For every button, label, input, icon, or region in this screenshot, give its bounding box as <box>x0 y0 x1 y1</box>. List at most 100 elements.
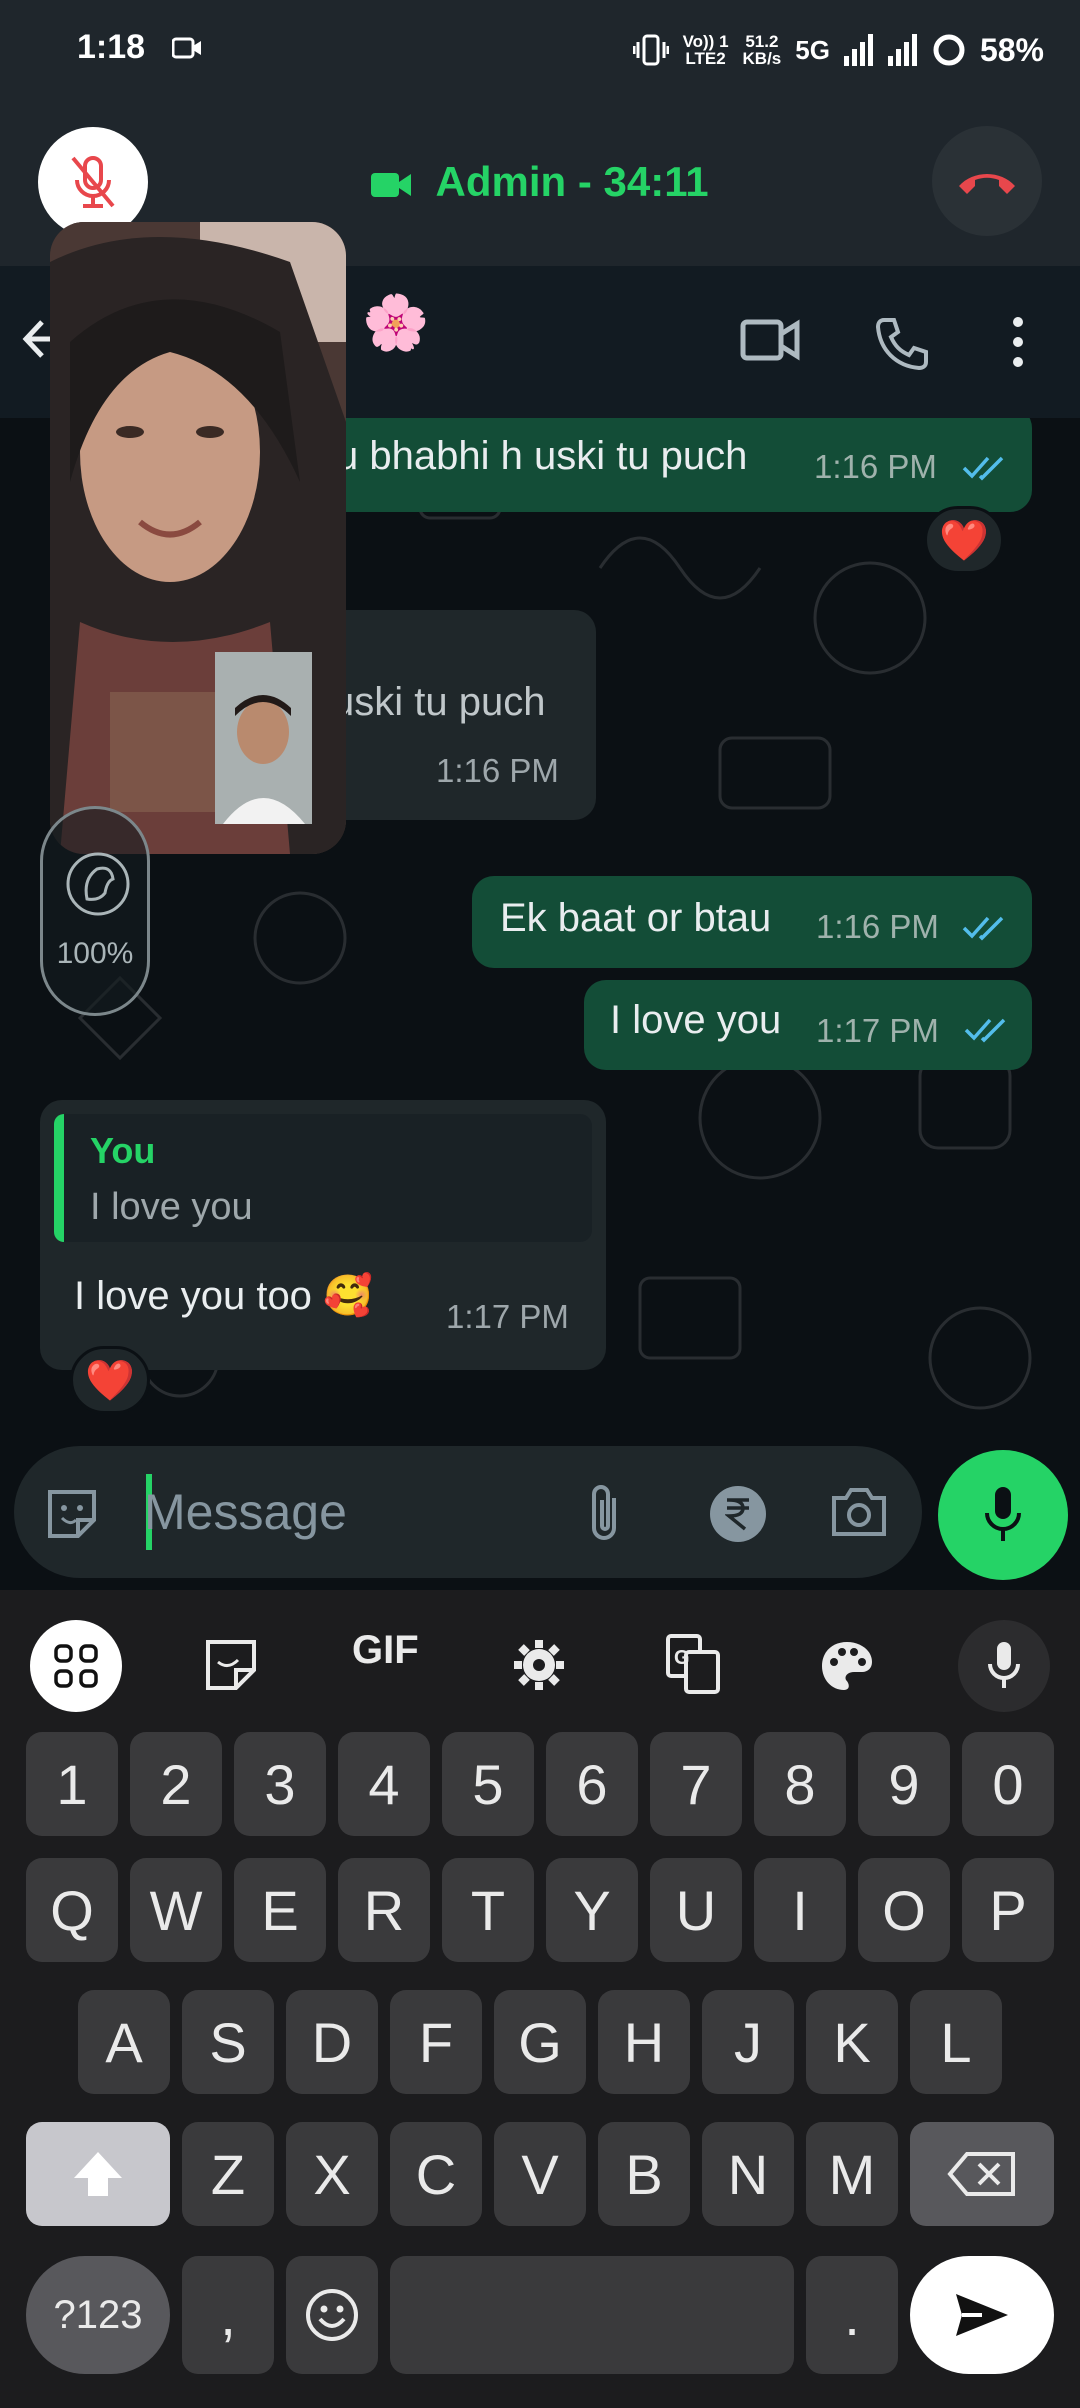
battery-icon <box>933 34 965 66</box>
keyboard-grid-button[interactable] <box>30 1620 122 1712</box>
key-q[interactable]: Q <box>26 1858 118 1962</box>
comma-key[interactable]: , <box>182 2256 274 2374</box>
quote-accent-bar <box>54 1114 64 1242</box>
voice-message-button[interactable] <box>938 1450 1068 1580</box>
key-x[interactable]: X <box>286 2122 378 2226</box>
key-g[interactable]: G <box>494 1990 586 2094</box>
message-input[interactable] <box>144 1476 574 1548</box>
network-type: 5G <box>795 34 830 65</box>
gif-button[interactable]: GIF <box>352 1628 419 1673</box>
rupee-icon <box>725 1498 749 1531</box>
message-reaction[interactable]: ❤️ <box>924 506 1004 574</box>
key-u[interactable]: U <box>650 1858 742 1962</box>
camera-icon[interactable] <box>830 1486 888 1538</box>
key-z[interactable]: Z <box>182 2122 274 2226</box>
backspace-icon <box>947 2152 1015 2196</box>
key-w[interactable]: W <box>130 1858 222 1962</box>
message-bubble-outgoing[interactable]: Ek baat or btau 1:16 PM <box>472 876 1032 968</box>
battery-percent: 58% <box>979 31 1044 68</box>
message-time: 1:17 PM <box>816 1012 939 1049</box>
more-options-icon[interactable] <box>1010 316 1026 368</box>
key-b[interactable]: B <box>598 2122 690 2226</box>
send-key[interactable] <box>910 2256 1054 2374</box>
zoom-level: 100% <box>56 937 134 970</box>
mic-icon <box>985 1487 1021 1541</box>
mic-icon <box>988 1642 1020 1688</box>
key-1[interactable]: 1 <box>26 1732 118 1836</box>
sticker-keyboard-icon[interactable] <box>204 1638 258 1692</box>
translate-icon[interactable]: G <box>666 1634 720 1694</box>
message-text: uski tu puch <box>332 680 546 724</box>
svg-text:G: G <box>674 1647 690 1669</box>
message-bubble-incoming[interactable]: You I love you I love you too 🥰 1:17 PM <box>40 1100 606 1370</box>
sticker-icon[interactable] <box>44 1486 100 1542</box>
message-reaction[interactable]: ❤️ <box>70 1346 150 1414</box>
status-time: 1:18 <box>77 28 146 66</box>
key-t[interactable]: T <box>442 1858 534 1962</box>
screen-record-icon <box>172 37 201 59</box>
shift-key[interactable] <box>26 2122 170 2226</box>
message-bubble-outgoing[interactable]: I love you 1:17 PM <box>584 980 1032 1070</box>
emoji-key[interactable] <box>286 2256 378 2374</box>
network-speed: 51.2 KB/s <box>742 32 782 68</box>
backspace-key[interactable] <box>910 2122 1054 2226</box>
keyboard-mic-button[interactable] <box>958 1620 1050 1712</box>
key-p[interactable]: P <box>962 1858 1054 1962</box>
key-d[interactable]: D <box>286 1990 378 2094</box>
call-title[interactable]: Admin - 34:11 <box>0 158 1080 206</box>
key-r[interactable]: R <box>338 1858 430 1962</box>
payment-button[interactable] <box>710 1486 766 1542</box>
read-receipt-icon <box>962 456 1004 481</box>
message-text: I love you <box>610 998 782 1042</box>
symbols-key[interactable]: ?123 <box>26 2256 170 2374</box>
pip-video-remote[interactable] <box>50 222 346 854</box>
key-o[interactable]: O <box>858 1858 950 1962</box>
key-k[interactable]: K <box>806 1990 898 2094</box>
key-6[interactable]: 6 <box>546 1732 638 1836</box>
key-f[interactable]: F <box>390 1990 482 2094</box>
key-9[interactable]: 9 <box>858 1732 950 1836</box>
quoted-message[interactable]: You I love you <box>54 1114 592 1242</box>
voice-call-icon[interactable] <box>874 316 930 370</box>
key-i[interactable]: I <box>754 1858 846 1962</box>
shift-icon <box>74 2152 122 2196</box>
end-call-icon <box>959 174 1015 194</box>
message-time: 1:16 PM <box>816 908 939 945</box>
end-call-button[interactable] <box>932 126 1042 236</box>
key-3[interactable]: 3 <box>234 1732 326 1836</box>
period-key[interactable]: . <box>806 2256 898 2374</box>
key-2[interactable]: 2 <box>130 1732 222 1836</box>
emoji-icon <box>306 2289 358 2341</box>
pip-video-self[interactable] <box>215 652 312 824</box>
key-h[interactable]: H <box>598 1990 690 2094</box>
video-call-header-icon[interactable] <box>740 316 800 364</box>
read-receipt-icon <box>962 916 1004 941</box>
key-a[interactable]: A <box>78 1990 170 2094</box>
key-n[interactable]: N <box>702 2122 794 2226</box>
key-v[interactable]: V <box>494 2122 586 2226</box>
beauty-filter-icon <box>66 852 130 916</box>
key-0[interactable]: 0 <box>962 1732 1054 1836</box>
send-icon <box>956 2294 1008 2336</box>
message-bubble-outgoing[interactable]: u bhabhi h uski tu puch 1:16 PM <box>300 418 1032 512</box>
zoom-control[interactable]: 100% <box>40 806 150 1016</box>
key-e[interactable]: E <box>234 1858 326 1962</box>
palette-icon[interactable] <box>820 1640 874 1692</box>
space-key[interactable] <box>390 2256 794 2374</box>
key-l[interactable]: L <box>910 1990 1002 2094</box>
quote-author: You <box>90 1130 156 1171</box>
key-s[interactable]: S <box>182 1990 274 2094</box>
key-7[interactable]: 7 <box>650 1732 742 1836</box>
key-c[interactable]: C <box>390 2122 482 2226</box>
key-4[interactable]: 4 <box>338 1732 430 1836</box>
attach-icon[interactable] <box>586 1482 626 1544</box>
signal-icon <box>843 34 873 66</box>
key-j[interactable]: J <box>702 1990 794 2094</box>
key-8[interactable]: 8 <box>754 1732 846 1836</box>
read-receipt-icon <box>964 1018 1006 1043</box>
settings-icon[interactable] <box>512 1638 566 1692</box>
key-m[interactable]: M <box>806 2122 898 2226</box>
key-5[interactable]: 5 <box>442 1732 534 1836</box>
message-time: 1:16 PM <box>814 448 937 485</box>
key-y[interactable]: Y <box>546 1858 638 1962</box>
